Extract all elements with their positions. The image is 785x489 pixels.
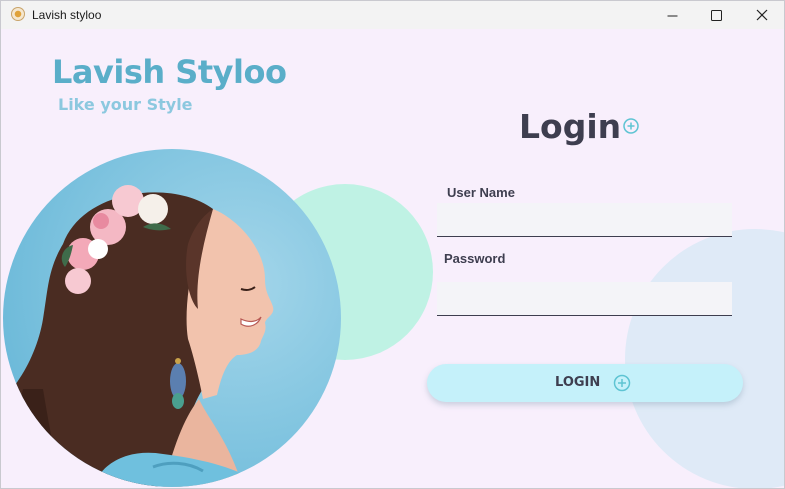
password-label: Password [444, 251, 506, 266]
decorative-circle-pale [625, 229, 784, 488]
app-window: Lavish styloo Lavish Styloo Like your St… [0, 0, 785, 489]
login-screen: Lavish Styloo Like your Style Login User… [1, 29, 784, 488]
close-icon [756, 9, 768, 21]
window-title: Lavish styloo [32, 8, 102, 22]
username-input[interactable] [437, 203, 732, 237]
model-photo [3, 149, 341, 487]
app-icon [11, 7, 25, 21]
brand-title: Lavish Styloo [52, 53, 287, 91]
login-button[interactable]: LOGIN [427, 364, 743, 402]
minimize-icon [667, 15, 677, 16]
plus-circle-icon [623, 118, 639, 134]
maximize-button[interactable] [693, 1, 739, 29]
title-bar[interactable]: Lavish styloo [1, 1, 784, 29]
minimize-button[interactable] [649, 1, 695, 29]
close-button[interactable] [739, 1, 784, 29]
maximize-icon [710, 9, 722, 21]
plus-circle-icon [613, 374, 631, 392]
username-label: User Name [447, 185, 515, 200]
login-button-label: LOGIN [555, 375, 601, 390]
woman-portrait-illustration [3, 185, 274, 487]
brand-tagline: Like your Style [58, 95, 193, 114]
password-input[interactable] [437, 282, 732, 316]
login-heading: Login [519, 107, 622, 146]
